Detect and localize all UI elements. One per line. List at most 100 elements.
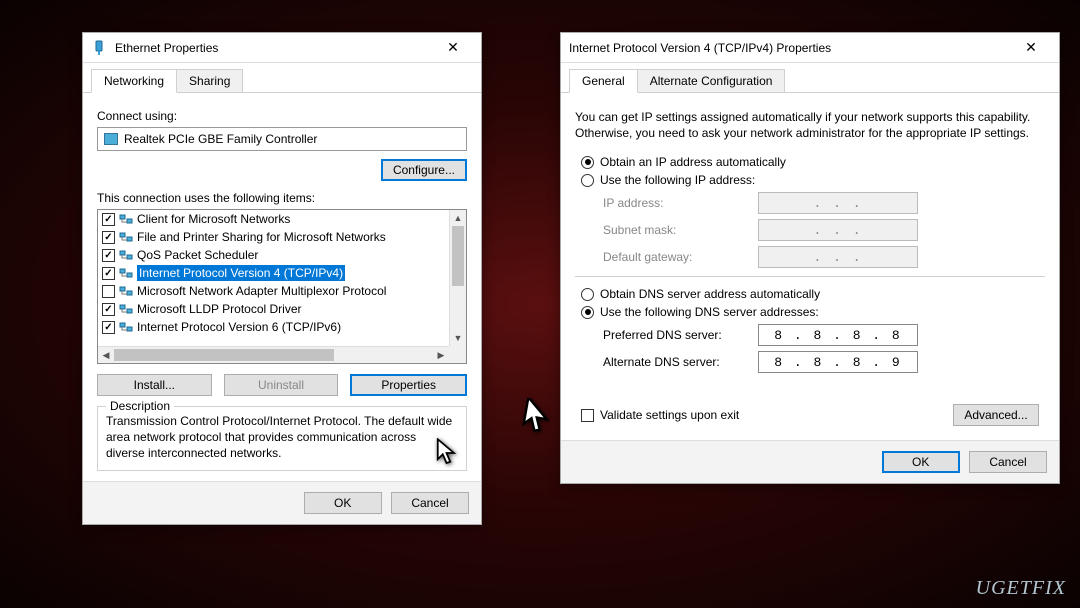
list-item-label: Internet Protocol Version 4 (TCP/IPv4): [137, 265, 345, 281]
radio-icon: [581, 306, 594, 319]
radio-ip-manual[interactable]: Use the following IP address:: [581, 173, 1045, 187]
subnet-input: . . .: [758, 219, 918, 241]
gateway-label: Default gateway:: [603, 250, 758, 264]
list-item-label: File and Printer Sharing for Microsoft N…: [137, 230, 386, 244]
list-item[interactable]: File and Printer Sharing for Microsoft N…: [98, 228, 449, 246]
scrollbar-thumb[interactable]: [452, 226, 464, 286]
alternate-dns-label: Alternate DNS server:: [603, 355, 758, 369]
checkbox-icon[interactable]: [102, 285, 115, 298]
list-item-label: Microsoft LLDP Protocol Driver: [137, 302, 302, 316]
scroll-left-icon[interactable]: ◀: [98, 347, 114, 363]
radio-label: Obtain an IP address automatically: [600, 155, 786, 169]
protocol-icon: [119, 230, 133, 244]
checkbox-icon[interactable]: [102, 213, 115, 226]
advanced-button[interactable]: Advanced...: [953, 404, 1039, 426]
validate-label: Validate settings upon exit: [600, 408, 739, 422]
general-pane: You can get IP settings assigned automat…: [561, 93, 1059, 440]
alternate-dns-row: Alternate DNS server: 8 . 8 . 8 . 9: [603, 351, 1045, 373]
items-label: This connection uses the following items…: [97, 191, 467, 205]
dialog-footer: OK Cancel: [561, 440, 1059, 483]
list-item[interactable]: Client for Microsoft Networks: [98, 210, 449, 228]
adapter-field[interactable]: Realtek PCIe GBE Family Controller: [97, 127, 467, 151]
networking-pane: Connect using: Realtek PCIe GBE Family C…: [83, 93, 481, 481]
titlebar[interactable]: Ethernet Properties ✕: [83, 33, 481, 63]
tab-networking[interactable]: Networking: [91, 69, 177, 93]
arrow-cursor-icon: [520, 398, 560, 441]
description-legend: Description: [106, 399, 174, 413]
connect-using-label: Connect using:: [97, 109, 467, 123]
tabs: Networking Sharing: [83, 63, 481, 93]
tcpip-properties-dialog: Internet Protocol Version 4 (TCP/IPv4) P…: [560, 32, 1060, 484]
protocol-icon: [119, 248, 133, 262]
tab-alternate-configuration[interactable]: Alternate Configuration: [637, 69, 786, 92]
checkbox-icon[interactable]: [102, 303, 115, 316]
nic-icon: [104, 133, 118, 145]
watermark: UGETFIX: [976, 577, 1066, 600]
close-icon[interactable]: ✕: [433, 34, 473, 62]
scrollbar-thumb[interactable]: [114, 349, 334, 361]
cancel-button[interactable]: Cancel: [969, 451, 1047, 473]
protocol-icon: [119, 284, 133, 298]
adapter-name: Realtek PCIe GBE Family Controller: [124, 132, 317, 146]
checkbox-icon[interactable]: [102, 267, 115, 280]
radio-dns-auto[interactable]: Obtain DNS server address automatically: [581, 287, 1045, 301]
scroll-down-icon[interactable]: ▼: [450, 330, 466, 346]
properties-button[interactable]: Properties: [350, 374, 467, 396]
connection-items-listbox: Client for Microsoft Networks File and Pr…: [97, 209, 467, 364]
checkbox-icon: [581, 409, 594, 422]
list-item[interactable]: Internet Protocol Version 6 (TCP/IPv6): [98, 318, 449, 336]
list-item[interactable]: QoS Packet Scheduler: [98, 246, 449, 264]
close-icon[interactable]: ✕: [1011, 34, 1051, 62]
vertical-scrollbar[interactable]: ▲ ▼: [449, 210, 466, 346]
preferred-dns-label: Preferred DNS server:: [603, 328, 758, 342]
tab-general[interactable]: General: [569, 69, 638, 93]
cancel-button[interactable]: Cancel: [391, 492, 469, 514]
protocol-icon: [119, 266, 133, 280]
ethernet-icon: [91, 40, 107, 56]
ok-button[interactable]: OK: [304, 492, 382, 514]
gateway-input: . . .: [758, 246, 918, 268]
titlebar[interactable]: Internet Protocol Version 4 (TCP/IPv4) P…: [561, 33, 1059, 63]
configure-button[interactable]: Configure...: [381, 159, 467, 181]
dialog-title: Internet Protocol Version 4 (TCP/IPv4) P…: [569, 41, 1011, 55]
ip-address-input: . . .: [758, 192, 918, 214]
list-item[interactable]: Internet Protocol Version 4 (TCP/IPv4): [98, 264, 449, 282]
ethernet-properties-dialog: Ethernet Properties ✕ Networking Sharing…: [82, 32, 482, 525]
list-item[interactable]: Microsoft Network Adapter Multiplexor Pr…: [98, 282, 449, 300]
ip-address-row: IP address: . . .: [603, 192, 1045, 214]
radio-ip-auto[interactable]: Obtain an IP address automatically: [581, 155, 1045, 169]
uninstall-button: Uninstall: [224, 374, 339, 396]
scroll-right-icon[interactable]: ▶: [433, 347, 449, 363]
dns-group: Obtain DNS server address automatically …: [575, 276, 1045, 388]
list-item-label: Microsoft Network Adapter Multiplexor Pr…: [137, 284, 386, 298]
scroll-up-icon[interactable]: ▲: [450, 210, 466, 226]
ok-button[interactable]: OK: [882, 451, 960, 473]
radio-icon: [581, 174, 594, 187]
list-item[interactable]: Microsoft LLDP Protocol Driver: [98, 300, 449, 318]
item-buttons: Install... Uninstall Properties: [97, 374, 467, 396]
install-button[interactable]: Install...: [97, 374, 212, 396]
protocol-icon: [119, 320, 133, 334]
preferred-dns-input[interactable]: 8 . 8 . 8 . 8: [758, 324, 918, 346]
preferred-dns-row: Preferred DNS server: 8 . 8 . 8 . 8: [603, 324, 1045, 346]
list-item-label: Internet Protocol Version 6 (TCP/IPv6): [137, 320, 341, 334]
radio-icon: [581, 156, 594, 169]
alternate-dns-input[interactable]: 8 . 8 . 8 . 9: [758, 351, 918, 373]
validate-checkbox[interactable]: Validate settings upon exit: [581, 408, 739, 422]
tabs: General Alternate Configuration: [561, 63, 1059, 93]
protocol-icon: [119, 302, 133, 316]
checkbox-icon[interactable]: [102, 249, 115, 262]
ip-settings-description: You can get IP settings assigned automat…: [575, 109, 1045, 141]
ip-address-label: IP address:: [603, 196, 758, 210]
horizontal-scrollbar[interactable]: ◀ ▶: [98, 346, 449, 363]
tab-sharing[interactable]: Sharing: [176, 69, 243, 92]
radio-label: Obtain DNS server address automatically: [600, 287, 820, 301]
checkbox-icon[interactable]: [102, 231, 115, 244]
radio-dns-manual[interactable]: Use the following DNS server addresses:: [581, 305, 1045, 319]
checkbox-icon[interactable]: [102, 321, 115, 334]
radio-label: Use the following DNS server addresses:: [600, 305, 819, 319]
list-item-label: Client for Microsoft Networks: [137, 212, 290, 226]
subnet-label: Subnet mask:: [603, 223, 758, 237]
scrollbar-corner: [449, 346, 466, 363]
description-text: Transmission Control Protocol/Internet P…: [106, 413, 458, 462]
